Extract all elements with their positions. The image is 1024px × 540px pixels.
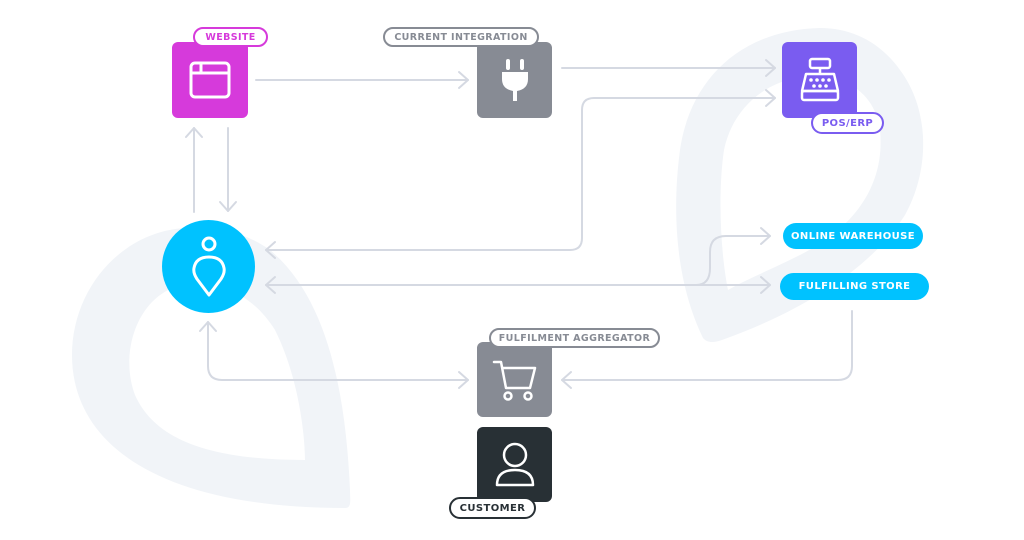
cash-register-icon: [800, 57, 839, 102]
current-integration-label: CURRENT INTEGRATION: [383, 27, 539, 47]
user-icon: [495, 442, 534, 486]
pos-erp-node[interactable]: [782, 42, 857, 118]
website-node[interactable]: [172, 42, 248, 118]
connector-hub-aggregator: [207, 321, 469, 381]
shopping-cart-icon: [492, 360, 536, 401]
fulfilment-aggregator-node[interactable]: [477, 342, 552, 417]
hub-node[interactable]: [162, 220, 255, 313]
fulfilment-aggregator-label: FULFILMENT AGGREGATOR: [489, 328, 660, 348]
customer-label: CUSTOMER: [449, 497, 536, 519]
current-integration-node[interactable]: [477, 42, 552, 118]
fulfilling-store-node[interactable]: FULFILLING STORE: [780, 273, 929, 300]
website-label: WEBSITE: [193, 27, 268, 47]
pos-erp-label: POS/ERP: [811, 112, 884, 134]
customer-node[interactable]: [477, 427, 552, 502]
browser-window-icon: [189, 61, 231, 99]
plug-icon: [501, 59, 528, 101]
location-pin-person-icon: [191, 236, 226, 296]
online-warehouse-node[interactable]: ONLINE WAREHOUSE: [783, 223, 923, 249]
